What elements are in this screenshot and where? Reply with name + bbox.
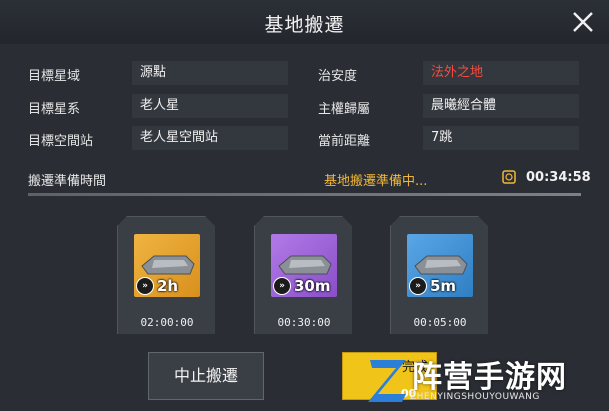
badge-text: 30m [294,277,331,295]
prep-label: 搬遷準備時間 [28,174,107,189]
fast-forward-icon: » [409,277,427,295]
cancel-relocation-button[interactable]: 中止搬遷 [148,352,264,400]
ship-icon [141,255,195,275]
complete-count: 00 [401,387,417,400]
ship-icon [278,255,332,275]
complete-button[interactable]: 完成 00 [342,352,437,400]
card-time: 00:05:00 [413,316,467,329]
ship-icon [414,255,468,275]
target-region-value: 源點 [132,61,288,85]
prep-timer: 00:34:58 [526,170,591,185]
prep-status: 基地搬遷準備中... [324,174,428,189]
target-system-label: 目標星系 [28,102,81,117]
fast-forward-icon: » [273,277,291,295]
close-icon[interactable] [567,6,599,38]
target-region-label: 目標星域 [28,69,81,84]
security-value: 法外之地 [423,61,579,85]
card-image: » 2h [134,234,200,297]
security-label: 治安度 [318,69,358,84]
card-time: 00:30:00 [277,316,331,329]
owner-label: 主權歸屬 [318,102,371,117]
speedup-card-2h[interactable]: » 2h 02:00:00 [117,216,215,334]
card-time: 02:00:00 [140,316,194,329]
card-image: » 5m [407,234,473,297]
target-station-label: 目標空間站 [28,134,94,149]
speedup-card-5m[interactable]: » 5m 00:05:00 [390,216,488,334]
distance-value: 7跳 [423,126,579,150]
title-bar: 基地搬遷 [0,0,609,45]
badge-text: 5m [430,277,457,295]
owner-value: 晨曦經合體 [423,94,579,118]
complete-label: 完成 [401,360,428,375]
speedup-badge: » 30m [273,277,331,295]
target-system-value: 老人星 [132,94,288,118]
prep-row: 搬遷準備時間 基地搬遷準備中... 00:34:58 [28,166,591,192]
card-image: » 30m [271,234,337,297]
prep-divider [28,193,581,196]
target-station-value: 老人星空間站 [132,126,288,150]
speedup-card-30m[interactable]: » 30m 00:30:00 [254,216,352,334]
badge-text: 2h [157,277,179,295]
clock-icon [502,170,516,184]
distance-label: 當前距離 [318,134,371,149]
speedup-badge: » 2h [136,277,178,295]
speedup-badge: » 5m [409,277,456,295]
window-title: 基地搬遷 [264,14,345,36]
fast-forward-icon: » [136,277,154,295]
